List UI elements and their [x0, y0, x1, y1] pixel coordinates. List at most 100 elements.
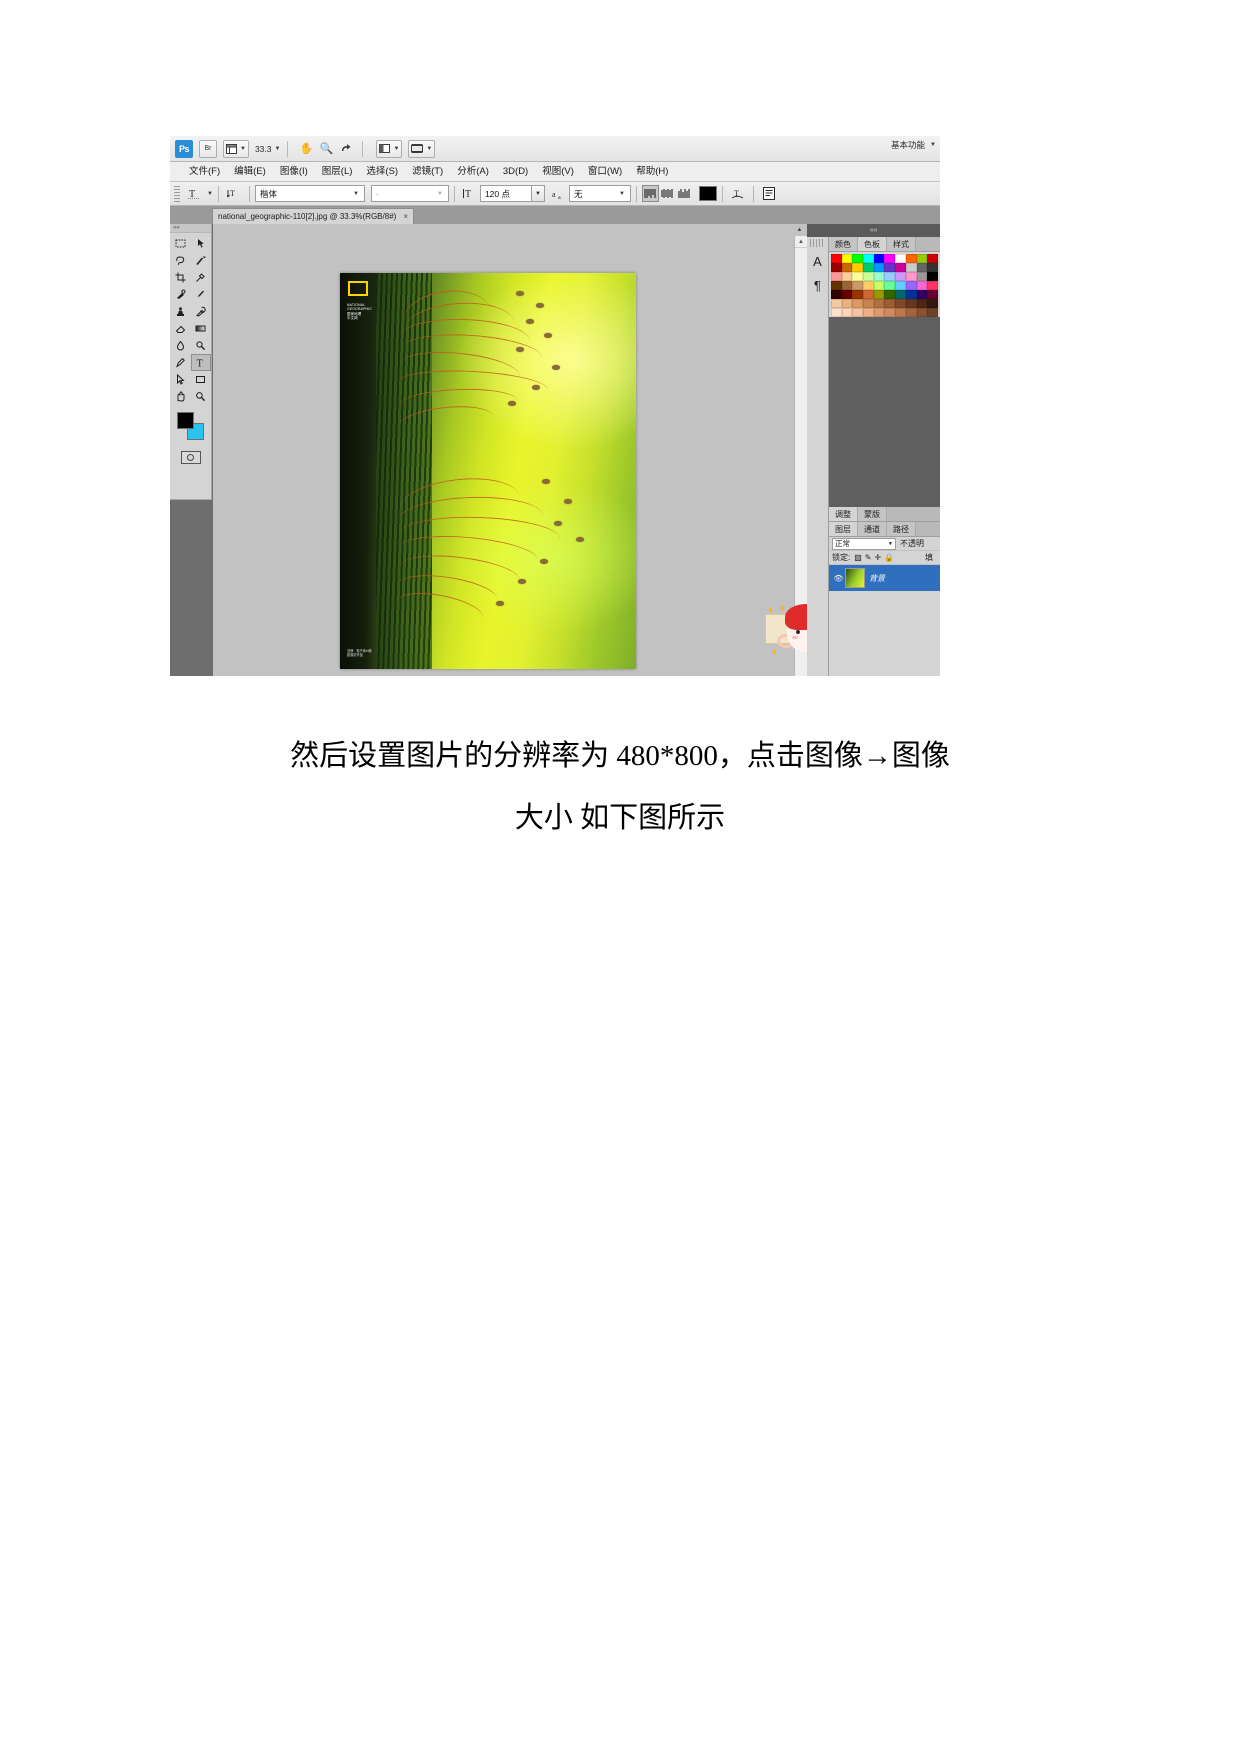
- color-swatch[interactable]: [916, 290, 928, 299]
- color-swatch[interactable]: [852, 272, 864, 281]
- color-swatch[interactable]: [905, 254, 917, 263]
- dodge-tool[interactable]: [191, 337, 212, 354]
- healing-brush-tool[interactable]: [170, 286, 191, 303]
- color-swatch[interactable]: [916, 281, 928, 290]
- color-swatch[interactable]: [852, 263, 864, 272]
- color-swatch[interactable]: [895, 254, 906, 263]
- color-swatch[interactable]: [895, 263, 906, 272]
- color-swatch[interactable]: [916, 254, 928, 263]
- swatches-grid[interactable]: [829, 252, 940, 317]
- document-tab[interactable]: national_geographic-110[2].jpg @ 33.3%(R…: [212, 208, 414, 224]
- crop-tool[interactable]: [170, 269, 191, 286]
- workspace-switcher[interactable]: 基本功能 ▼: [891, 139, 936, 151]
- font-size-dropdown-button[interactable]: ▼: [530, 185, 545, 202]
- color-swatch[interactable]: [852, 281, 864, 290]
- menu-3d[interactable]: 3D(D): [496, 162, 535, 182]
- menu-edit[interactable]: 编辑(E): [227, 162, 273, 182]
- zoom-tool-icon[interactable]: 🔍: [317, 140, 335, 158]
- menu-filter[interactable]: 滤镜(T): [405, 162, 450, 182]
- color-swatch[interactable]: [927, 299, 938, 308]
- color-swatch[interactable]: [863, 308, 874, 317]
- anti-alias-select[interactable]: 无 ▼: [568, 185, 631, 202]
- menu-layer[interactable]: 图层(L): [315, 162, 360, 182]
- color-swatch[interactable]: [895, 308, 906, 317]
- color-swatch[interactable]: [831, 299, 842, 308]
- color-swatch[interactable]: [905, 263, 917, 272]
- font-family-select[interactable]: 楷体 ▼: [254, 185, 365, 202]
- eraser-tool[interactable]: [170, 320, 191, 337]
- paragraph-panel-icon[interactable]: ¶: [807, 273, 828, 297]
- history-brush-tool[interactable]: [191, 303, 212, 320]
- blend-mode-select[interactable]: 正常 ▼: [832, 537, 896, 550]
- clone-stamp-tool[interactable]: [170, 303, 191, 320]
- chevron-down-icon[interactable]: ▼: [207, 191, 213, 197]
- layer-row-background[interactable]: 👁 背景: [829, 565, 940, 591]
- magic-wand-tool[interactable]: [191, 252, 212, 269]
- type-tool-preset-icon[interactable]: T: [184, 185, 204, 203]
- close-icon[interactable]: ×: [403, 212, 408, 221]
- rectangle-shape-tool[interactable]: [191, 371, 212, 388]
- tab-layers[interactable]: 图层: [829, 522, 858, 536]
- color-swatch[interactable]: [841, 290, 853, 299]
- color-swatch[interactable]: [863, 299, 874, 308]
- align-left-button[interactable]: [641, 185, 659, 202]
- color-swatch[interactable]: [852, 254, 864, 263]
- color-swatch[interactable]: [905, 281, 917, 290]
- color-swatch[interactable]: [905, 272, 917, 281]
- color-swatch[interactable]: [884, 290, 896, 299]
- color-swatch[interactable]: [884, 272, 896, 281]
- text-orientation-button[interactable]: T: [224, 185, 244, 203]
- color-swatch[interactable]: [884, 281, 896, 290]
- color-swatch[interactable]: [927, 281, 938, 290]
- tab-paths[interactable]: 路径: [887, 522, 916, 536]
- color-swatch[interactable]: [884, 299, 896, 308]
- color-swatch[interactable]: [905, 299, 917, 308]
- color-swatch[interactable]: [895, 290, 906, 299]
- menu-analysis[interactable]: 分析(A): [450, 162, 496, 182]
- color-swatch[interactable]: [884, 254, 896, 263]
- color-swatch[interactable]: [831, 272, 842, 281]
- tab-adjustments[interactable]: 调整: [829, 507, 858, 521]
- color-swatch[interactable]: [831, 263, 842, 272]
- rotate-view-tool-icon[interactable]: [337, 140, 355, 158]
- eyedropper-tool[interactable]: [191, 269, 212, 286]
- color-swatch[interactable]: [852, 308, 864, 317]
- menu-file[interactable]: 文件(F): [182, 162, 227, 182]
- type-tool[interactable]: T: [190, 354, 211, 371]
- color-swatch[interactable]: [863, 263, 874, 272]
- menu-help[interactable]: 帮助(H): [629, 162, 675, 182]
- menu-view[interactable]: 视图(V): [535, 162, 581, 182]
- tab-channels[interactable]: 通道: [858, 522, 887, 536]
- arrange-documents-button[interactable]: ▼: [376, 139, 403, 158]
- quick-mask-toggle[interactable]: [170, 447, 211, 467]
- lock-all-icon[interactable]: 🔒: [884, 553, 894, 562]
- tab-color[interactable]: 颜色: [829, 237, 858, 251]
- color-swatch[interactable]: [927, 263, 938, 272]
- color-swatch[interactable]: [873, 290, 885, 299]
- color-swatch[interactable]: [916, 263, 928, 272]
- canvas-collapse-handle[interactable]: ▲: [793, 224, 806, 236]
- color-swatch[interactable]: [873, 272, 885, 281]
- pen-tool[interactable]: [170, 354, 191, 371]
- zoom-tool[interactable]: [191, 388, 212, 405]
- color-swatch[interactable]: [895, 281, 906, 290]
- color-swatch[interactable]: [873, 263, 885, 272]
- hand-tool[interactable]: [170, 388, 191, 405]
- brush-tool[interactable]: [191, 286, 212, 303]
- color-swatch[interactable]: [905, 308, 917, 317]
- tab-swatches[interactable]: 色板: [858, 237, 887, 251]
- lock-position-icon[interactable]: ✛: [875, 553, 882, 562]
- menu-window[interactable]: 窗口(W): [581, 162, 629, 182]
- color-swatch[interactable]: [927, 254, 938, 263]
- toolbox-collapse-handle[interactable]: ««: [170, 224, 211, 233]
- color-swatch[interactable]: [895, 272, 906, 281]
- color-swatch[interactable]: [841, 308, 853, 317]
- character-panel-icon[interactable]: A: [807, 249, 828, 273]
- color-swatch[interactable]: [927, 290, 938, 299]
- scroll-up-arrow[interactable]: ▲: [795, 236, 807, 248]
- color-swatch[interactable]: [884, 263, 896, 272]
- color-swatch[interactable]: [873, 254, 885, 263]
- color-swatch[interactable]: [841, 254, 853, 263]
- screen-mode-button[interactable]: ▼: [408, 139, 436, 158]
- dock-collapse-button[interactable]: ««: [807, 224, 940, 237]
